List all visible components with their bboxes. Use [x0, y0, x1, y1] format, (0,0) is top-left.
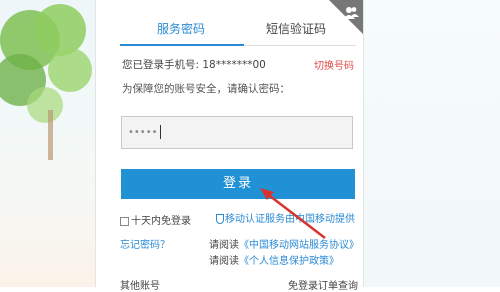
privacy-policy-link[interactable]: 《个人信息保护政策》 — [239, 256, 339, 267]
remember-login[interactable]: 十天内免登录 — [120, 212, 191, 227]
tab-service-password[interactable]: 服务密码 — [157, 20, 205, 37]
agreement-privacy: 请阅读《个人信息保护政策》 — [209, 252, 339, 267]
remember-label: 十天内免登录 — [131, 216, 191, 227]
auth-note-text: 移动认证服务由中国移动提供 — [225, 214, 355, 225]
auth-service-note: 移动认证服务由中国移动提供 — [216, 210, 355, 225]
tab-sms-code[interactable]: 短信验证码 — [266, 20, 326, 37]
user-switch-icon[interactable] — [343, 6, 359, 20]
checkbox-icon[interactable] — [120, 216, 129, 226]
tree-decoration-icon — [0, 4, 92, 160]
shield-icon — [216, 214, 224, 224]
text-caret — [159, 125, 161, 139]
agreement-service: 请阅读《中国移动网站服务协议》 — [209, 236, 359, 251]
forgot-password-link[interactable]: 忘记密码？ — [120, 236, 170, 251]
right-background — [362, 0, 500, 287]
login-panel: 服务密码 短信验证码 您已登录手机号: 18*******00 切换号码 为保障… — [95, 0, 364, 292]
login-button[interactable]: 登录 — [121, 169, 355, 199]
phone-label: 您已登录手机号: — [122, 59, 203, 71]
order-query-link[interactable]: 免登录订单查询 — [288, 277, 358, 292]
password-value: ••••• — [128, 127, 158, 138]
phone-number: 18*******00 — [202, 59, 266, 71]
other-accounts-link[interactable]: 其他账号 — [120, 277, 160, 292]
logged-in-phone: 您已登录手机号: 18*******00 — [122, 57, 266, 72]
security-hint: 为保障您的账号安全，请确认密码： — [122, 83, 290, 95]
switch-number-link[interactable]: 切换号码 — [314, 57, 354, 72]
agreement-prefix: 请阅读 — [209, 256, 239, 267]
active-tab-indicator — [120, 44, 244, 46]
service-agreement-link[interactable]: 《中国移动网站服务协议》 — [239, 240, 359, 251]
agreement-prefix: 请阅读 — [209, 240, 239, 251]
password-input[interactable]: ••••• — [121, 116, 353, 149]
